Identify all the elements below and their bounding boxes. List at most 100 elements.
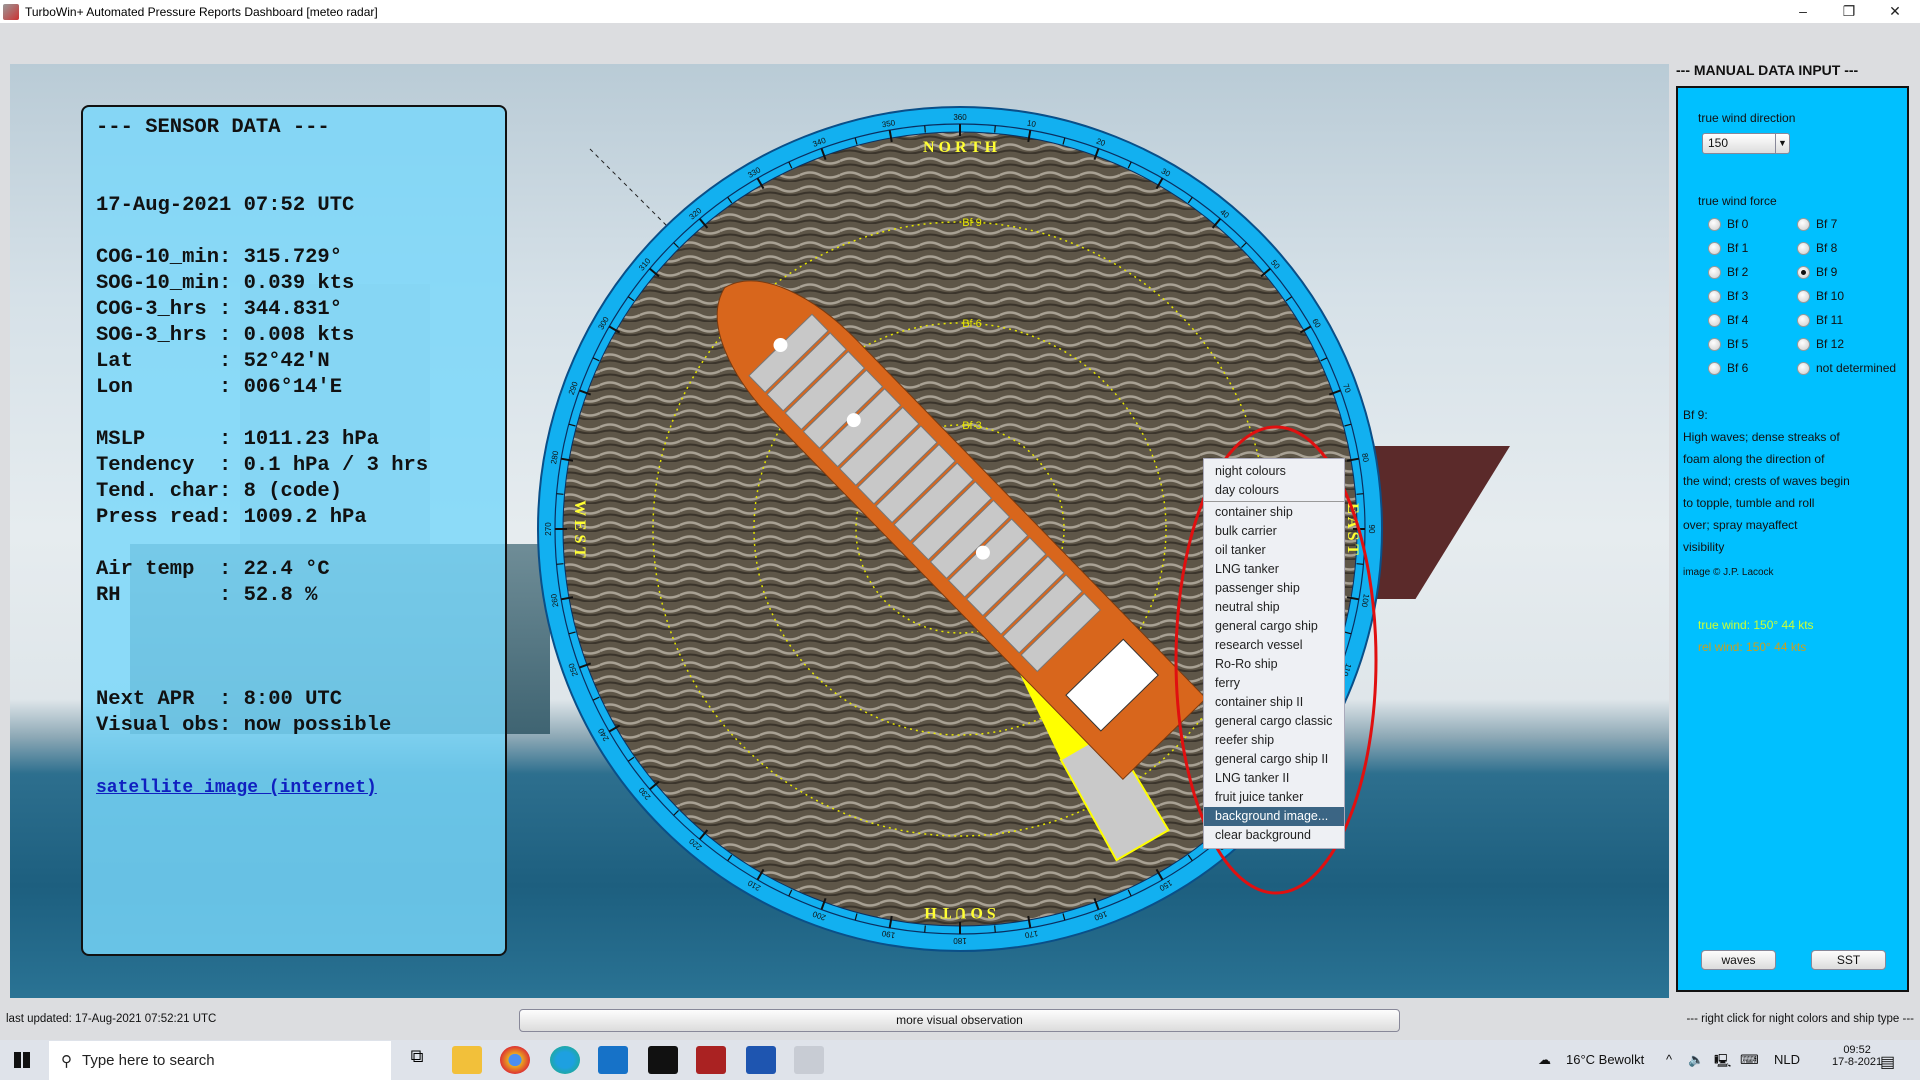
radio-label: Bf 3 <box>1727 289 1749 303</box>
menu-item-ship-type[interactable]: research vessel <box>1204 636 1344 655</box>
waves-button[interactable]: waves <box>1701 950 1776 970</box>
menu-item-clear-background[interactable]: clear background <box>1204 826 1344 845</box>
menu-item-ship-type[interactable]: bulk carrier <box>1204 522 1344 541</box>
sst-button[interactable]: SST <box>1811 950 1886 970</box>
weather-text[interactable]: 16°C Bewolkt <box>1566 1052 1644 1067</box>
radio-label: Bf 5 <box>1727 337 1749 351</box>
radio-label: not determined <box>1816 361 1897 375</box>
notification-icon[interactable]: ▤ <box>1880 1052 1895 1072</box>
wind-force-radio[interactable]: Bf 4 <box>1708 313 1748 327</box>
radio-label: Bf 8 <box>1816 241 1838 255</box>
volume-icon[interactable]: 🔈 <box>1688 1052 1704 1068</box>
clock[interactable]: 09:52 17-8-2021 <box>1832 1044 1882 1068</box>
menu-item-night-colours[interactable]: night colours <box>1204 462 1344 481</box>
wind-force-radio[interactable]: Bf 5 <box>1708 337 1748 351</box>
wind-force-radio[interactable]: Bf 7 <box>1797 217 1837 231</box>
windows-start-icon[interactable] <box>14 1052 30 1068</box>
minimize-button[interactable]: – <box>1780 0 1826 23</box>
radio-button[interactable] <box>1708 337 1721 351</box>
radio-button[interactable] <box>1708 361 1721 375</box>
menu-item-ship-type[interactable]: container ship II <box>1204 693 1344 712</box>
task-view-icon[interactable]: ⧉ <box>402 1046 432 1074</box>
wind-force-radio[interactable]: Bf 12 <box>1797 337 1844 351</box>
menu-item-ship-type[interactable]: passenger ship <box>1204 579 1344 598</box>
menu-item-ship-type[interactable]: neutral ship <box>1204 598 1344 617</box>
restore-button[interactable]: ❐ <box>1826 0 1872 23</box>
sensor-datetime: 17-Aug-2021 07:52 UTC <box>96 194 355 217</box>
force-desc-line: visibility <box>1683 540 1725 554</box>
menu-item-ship-type[interactable]: LNG tanker II <box>1204 769 1344 788</box>
air-line: RH : 52.8 % <box>96 584 318 607</box>
wind-force-radio[interactable]: Bf 10 <box>1797 289 1844 303</box>
wind-force-radio[interactable]: Bf 0 <box>1708 217 1748 231</box>
right-click-hint: --- right click for night colors and shi… <box>1686 1013 1914 1025</box>
nav-line: SOG-10_min: 0.039 kts <box>96 272 355 295</box>
title-bar: TurboWin+ Automated Pressure Reports Das… <box>0 0 1920 23</box>
menu-item-ship-type[interactable]: ferry <box>1204 674 1344 693</box>
menu-item-ship-type[interactable]: container ship <box>1204 503 1344 522</box>
menu-item-ship-type[interactable]: general cargo classic <box>1204 712 1344 731</box>
radio-label: Bf 12 <box>1816 337 1845 351</box>
wind-force-radio[interactable]: Bf 6 <box>1708 361 1748 375</box>
app-icon-red[interactable] <box>696 1046 726 1074</box>
radio-label: Bf 2 <box>1727 265 1749 279</box>
radio-button[interactable] <box>1797 337 1810 351</box>
wind-force-radio[interactable]: Bf 2 <box>1708 265 1748 279</box>
radio-label: Bf 11 <box>1816 313 1844 327</box>
file-explorer-icon[interactable] <box>452 1046 482 1074</box>
wind-force-radio[interactable]: Bf 8 <box>1797 241 1837 255</box>
menu-item-ship-type[interactable]: fruit juice tanker <box>1204 788 1344 807</box>
wind-force-radio[interactable]: not determined <box>1797 361 1896 375</box>
more-visual-observation-button[interactable]: more visual observation <box>519 1009 1400 1032</box>
menu-item-ship-type[interactable]: general cargo ship II <box>1204 750 1344 769</box>
radio-button[interactable] <box>1797 289 1810 303</box>
wind-direction-select[interactable]: 150 ▼ <box>1702 133 1790 154</box>
wind-force-radio[interactable]: Bf 3 <box>1708 289 1748 303</box>
radio-button[interactable] <box>1708 313 1721 327</box>
taskbar-search[interactable]: ⚲ Type here to search <box>49 1041 391 1080</box>
rel-wind-readout: rel wind: 150° 44 kts <box>1698 640 1807 654</box>
menu-item-ship-type[interactable]: general cargo ship <box>1204 617 1344 636</box>
radio-button[interactable] <box>1708 265 1721 279</box>
radio-button[interactable] <box>1797 361 1810 375</box>
radio-button[interactable] <box>1797 241 1810 255</box>
radio-button[interactable] <box>1797 217 1810 231</box>
java-app-icon[interactable] <box>794 1046 824 1074</box>
radio-button[interactable] <box>1708 241 1721 255</box>
sensor-data-panel: --- SENSOR DATA --- 17-Aug-2021 07:52 UTC… <box>81 105 507 956</box>
menu-item-ship-type[interactable]: reefer ship <box>1204 731 1344 750</box>
wind-force-radio[interactable]: Bf 1 <box>1708 241 1748 255</box>
network-icon[interactable]: 🖳 <box>1714 1052 1731 1074</box>
close-button[interactable]: ✕ <box>1872 0 1918 23</box>
tray-chevron-icon[interactable]: ^ <box>1666 1052 1672 1067</box>
menu-item-day-colours[interactable]: day colours <box>1204 481 1344 500</box>
word-icon[interactable] <box>746 1046 776 1074</box>
edge-icon[interactable] <box>550 1046 580 1074</box>
pressure-line: Tend. char: 8 (code) <box>96 480 343 503</box>
weather-icon[interactable]: ☁ <box>1538 1052 1551 1068</box>
nav-line: Lat : 52°42'N <box>96 350 330 373</box>
wind-force-radio[interactable]: Bf 9 <box>1797 265 1837 279</box>
nav-line: Lon : 006°14'E <box>96 376 343 399</box>
context-menu[interactable]: night colours day colours container ship… <box>1203 458 1345 849</box>
language-indicator[interactable]: NLD <box>1774 1052 1800 1067</box>
nav-line: COG-3_hrs : 344.831° <box>96 298 343 321</box>
chevron-down-icon[interactable]: ▼ <box>1775 134 1789 153</box>
satellite-image-link[interactable]: satellite image (internet) <box>96 775 505 801</box>
keyboard-icon[interactable]: ⌨ <box>1740 1052 1759 1068</box>
menu-item-ship-type[interactable]: LNG tanker <box>1204 560 1344 579</box>
radio-button[interactable] <box>1708 289 1721 303</box>
menu-item-ship-type[interactable]: oil tanker <box>1204 541 1344 560</box>
menu-item-background-image[interactable]: background image... <box>1204 807 1344 826</box>
nav-line: SOG-3_hrs : 0.008 kts <box>96 324 355 347</box>
radio-label: Bf 4 <box>1727 313 1749 327</box>
radio-button[interactable] <box>1797 313 1810 327</box>
wind-force-radio[interactable]: Bf 11 <box>1797 313 1843 327</box>
terminal-icon[interactable] <box>648 1046 678 1074</box>
menu-item-ship-type[interactable]: Ro-Ro ship <box>1204 655 1344 674</box>
radio-button[interactable] <box>1797 265 1810 279</box>
chrome-icon[interactable] <box>500 1046 530 1074</box>
radio-button[interactable] <box>1708 217 1721 231</box>
wind-direction-value: 150 <box>1708 136 1729 150</box>
outlook-icon[interactable] <box>598 1046 628 1074</box>
